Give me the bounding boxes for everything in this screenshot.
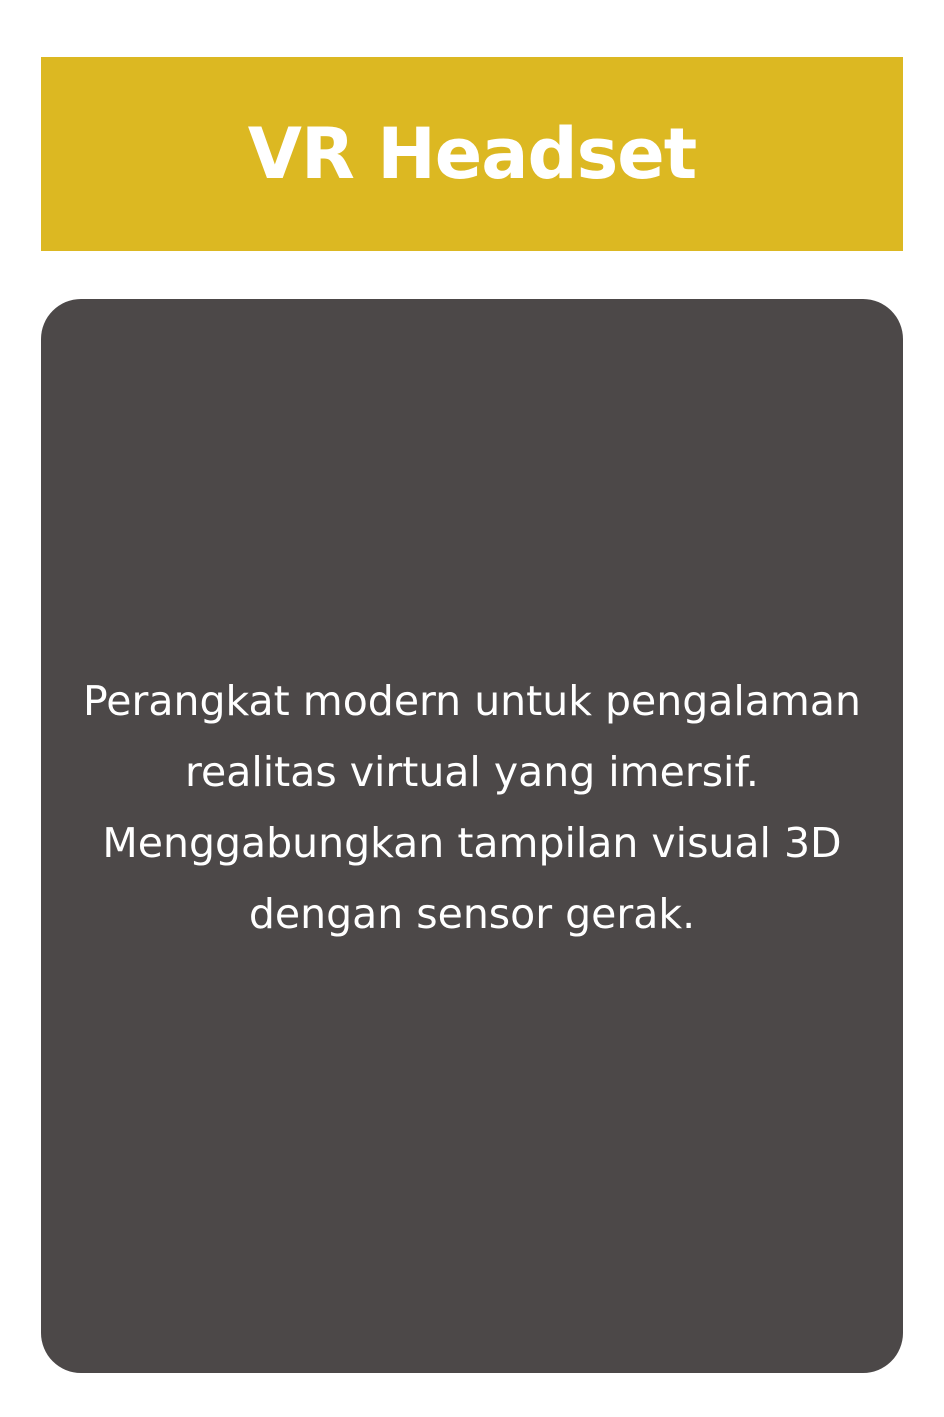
- page: VR Headset Perangkat modern untuk pengal…: [0, 0, 944, 1417]
- description-card: Perangkat modern untuk pengalaman realit…: [41, 299, 903, 1373]
- title-banner: VR Headset: [41, 57, 903, 251]
- page-title: VR Headset: [247, 113, 697, 195]
- description-text: Perangkat modern untuk pengalaman realit…: [83, 677, 861, 938]
